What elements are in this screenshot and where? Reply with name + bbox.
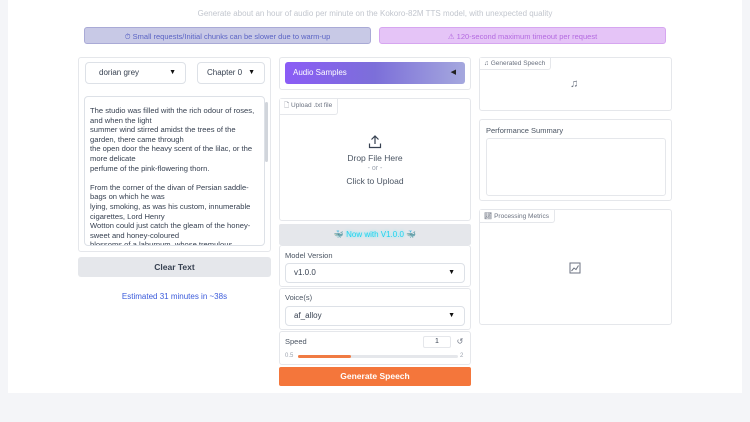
chevron-down-icon: ▼ <box>169 69 176 76</box>
chevron-down-icon: ▼ <box>448 312 455 319</box>
book-select-value: dorian grey <box>99 68 140 77</box>
generated-speech-tag-label: Generated Speech <box>490 60 546 67</box>
clear-text-button[interactable]: Clear Text <box>78 257 271 277</box>
metrics-tag-label: Processing Metrics <box>494 213 549 220</box>
speed-value-input[interactable]: 1 <box>423 336 451 348</box>
text-input-scrollbar[interactable] <box>265 100 268 243</box>
version-banner: 🐳 Now with V1.0.0 🐳 <box>279 224 471 245</box>
upload-icon <box>368 135 382 154</box>
chevron-down-icon: ▼ <box>448 269 455 276</box>
book-select[interactable]: dorian grey ▼ <box>85 62 186 84</box>
upload-tag-label: Upload .txt file <box>291 102 333 109</box>
chart-placeholder-icon <box>569 261 581 279</box>
chapter-select[interactable]: Chapter 0 ▼ <box>197 62 265 84</box>
upload-tag: 🗋 Upload .txt file <box>280 99 339 115</box>
estimate-text: Estimated 31 minutes in ~38s <box>121 292 228 301</box>
warning-icon: ⚠ <box>447 32 455 41</box>
or-text: - or - <box>367 165 383 172</box>
generate-speech-button[interactable]: Generate Speech <box>279 367 471 386</box>
performance-panel: Performance Summary <box>479 119 672 201</box>
model-version-value: v1.0.0 <box>294 268 316 277</box>
upload-dropzone[interactable]: 🗋 Upload .txt file Drop File Here - or -… <box>279 98 471 221</box>
model-version-label: Model Version <box>285 251 333 260</box>
speed-min-label: 0.5 <box>285 353 294 359</box>
voice-label: Voice(s) <box>285 293 313 302</box>
clock-icon: ⏱ <box>124 32 131 41</box>
audio-samples-label: Audio Samples <box>293 68 347 77</box>
chevron-down-icon: ▼ <box>248 69 255 76</box>
speed-slider-fill <box>298 355 351 358</box>
voice-select[interactable]: af_alloy ▼ <box>285 306 465 326</box>
audio-samples-accordion[interactable]: Audio Samples ◀ <box>285 62 465 84</box>
click-to-upload-text: Click to Upload <box>346 176 404 186</box>
performance-textarea[interactable] <box>486 138 666 196</box>
speed-value: 1 <box>435 338 439 345</box>
warmup-banner: ⏱ Small requests/Initial chunks can be s… <box>84 27 371 44</box>
metrics-tag: 📈︎ Processing Metrics <box>480 210 555 223</box>
scrollbar-thumb[interactable] <box>265 102 268 162</box>
page-subtitle: Generate about an hour of audio per minu… <box>197 9 553 18</box>
timeout-banner: ⚠ 120-second maximum timeout per request <box>379 27 666 44</box>
file-icon: 🗋 <box>284 102 290 109</box>
version-banner-text: Now with V1.0.0 <box>346 230 404 239</box>
chapter-select-value: Chapter 0 <box>207 68 243 77</box>
performance-label: Performance Summary <box>486 126 564 135</box>
audio-placeholder-icon: ♫ <box>570 78 579 90</box>
voice-value: af_alloy <box>294 311 322 320</box>
drop-file-text: Drop File Here <box>347 153 403 163</box>
music-note-icon: ♫ <box>484 60 489 67</box>
whale-icon: 🐳 <box>406 230 417 239</box>
text-input[interactable]: The studio was filled with the rich odou… <box>84 96 265 246</box>
speed-max-label: 2 <box>460 353 464 359</box>
generated-speech-panel: ♫ Generated Speech ♫ <box>479 57 672 111</box>
timeout-banner-text: 120-second maximum timeout per request <box>456 32 598 41</box>
collapse-arrow-icon: ◀ <box>450 69 456 76</box>
reset-icon[interactable]: ↺ <box>454 336 466 348</box>
warmup-banner-text: Small requests/Initial chunks can be slo… <box>132 32 331 41</box>
model-version-select[interactable]: v1.0.0 ▼ <box>285 263 465 283</box>
whale-icon: 🐳 <box>333 230 344 239</box>
metrics-panel: 📈︎ Processing Metrics <box>479 209 672 325</box>
text-input-value: The studio was filled with the rich odou… <box>90 106 255 246</box>
generated-speech-tag: ♫ Generated Speech <box>480 58 552 70</box>
speed-label: Speed <box>285 337 307 346</box>
chart-icon: 📈︎ <box>484 213 493 220</box>
